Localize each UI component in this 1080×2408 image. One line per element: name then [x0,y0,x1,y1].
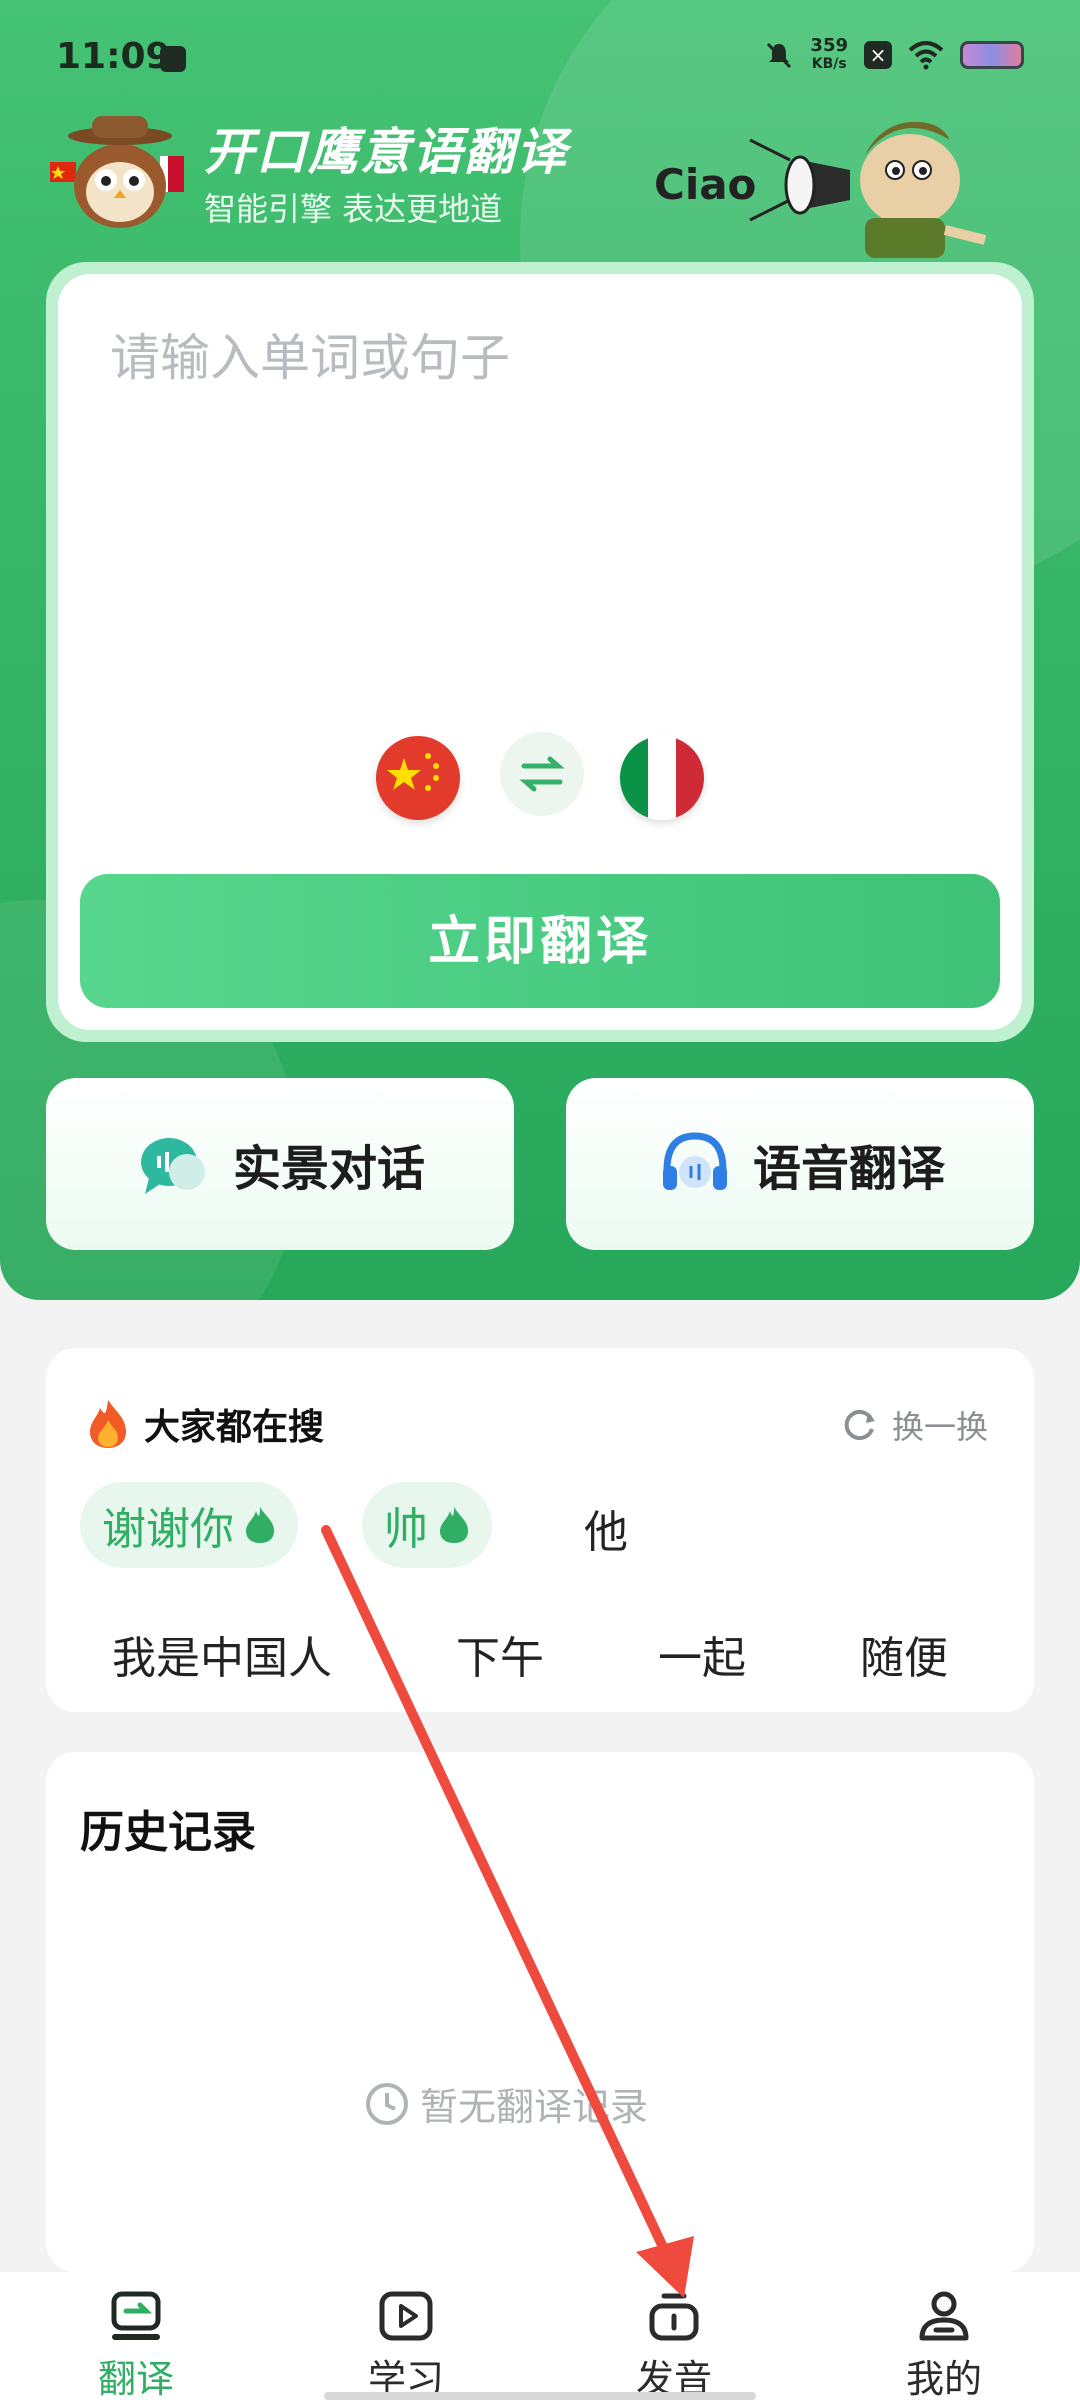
shopping-bag-icon [160,46,186,72]
tab-label: 我的 [905,2357,982,2401]
voice-translate-button[interactable]: 语音翻译 [566,1078,1034,1250]
hot-search-card: 大家都在搜 换一换 谢谢你 帅 他 我是中国人 下午 一起 随便 [46,1348,1034,1712]
status-icons: 359 KB/s × [764,36,1024,74]
translate-input[interactable]: 请输入单词或句子 [110,318,510,390]
tab-profile[interactable]: 我的 [844,2286,1044,2403]
refresh-icon [844,1410,875,1440]
source-language-china-flag-icon[interactable] [376,736,460,820]
hot-search-chip[interactable]: 谢谢你 [80,1482,298,1568]
tab-label: 翻译 [97,2357,174,2401]
hot-search-chip[interactable]: 帅 [362,1482,492,1568]
search-word[interactable]: 下午 [456,1622,544,1686]
chip-label: 谢谢你 [102,1504,234,1555]
search-word[interactable]: 他 [584,1496,628,1560]
wifi-icon [908,41,944,70]
flag-stripe [648,736,676,820]
hot-flame-icon [246,1507,274,1543]
pronunciation-tab-icon [649,2293,699,2341]
speed-unit: KB/s [811,56,847,72]
app-subtitle: 智能引擎 表达更地道 [204,190,503,228]
home-indicator[interactable] [324,2392,756,2400]
hot-search-title: 大家都在搜 [144,1407,325,1448]
user-profile-icon [919,2291,969,2341]
history-empty-text: 暂无翻译记录 [420,2085,649,2129]
speed-value: 359 [810,35,848,56]
scene-dialog-button[interactable]: 实景对话 [46,1078,514,1250]
voice-translate-label: 语音翻译 [752,1141,945,1197]
tab-study[interactable]: 学习 [306,2286,506,2403]
headphones-icon [662,1132,727,1190]
scene-dialog-label: 实景对话 [232,1141,425,1197]
chip-label: 帅 [384,1504,428,1555]
network-speed: 359 KB/s [810,36,848,74]
fire-icon [90,1400,126,1448]
history-empty-state: 暂无翻译记录 [364,2076,648,2131]
mascot-speech-text: Ciao [654,160,757,209]
history-title: 历史记录 [80,1807,256,1858]
translate-tab-icon [111,2291,161,2340]
search-word[interactable]: 一起 [658,1622,746,1686]
refresh-button[interactable]: 换一换 [842,1402,988,1448]
history-card: 历史记录 暂无翻译记录 [46,1752,1034,2272]
owl-logo-icon [50,116,184,228]
translate-now-button[interactable]: 立即翻译 [80,874,1000,1008]
status-time: 11:09 [56,36,171,77]
swap-arrows-icon [519,756,565,792]
hot-flame-icon [440,1507,468,1543]
tab-pronunciation[interactable]: 发音 [574,2286,774,2403]
search-word[interactable]: 我是中国人 [112,1622,332,1686]
sim-off-icon: × [864,41,892,69]
swap-language-button[interactable] [500,732,584,816]
hot-search-header: 大家都在搜 [86,1398,324,1450]
chat-bubble-icon [140,1138,205,1194]
search-word[interactable]: 随便 [860,1622,948,1686]
star-icon [387,753,439,791]
bottom-tab-bar: 翻译 学习 发音 我的 [0,2272,1080,2408]
bell-muted-icon [767,42,792,69]
clock-icon [366,2082,408,2125]
play-video-icon [379,2291,433,2341]
target-language-italy-flag-icon[interactable] [620,736,704,820]
tab-translate[interactable]: 翻译 [36,2286,236,2403]
battery-icon [960,41,1024,69]
refresh-label: 换一换 [891,1408,988,1446]
app-title: 开口鹰意语翻译 [204,123,568,181]
